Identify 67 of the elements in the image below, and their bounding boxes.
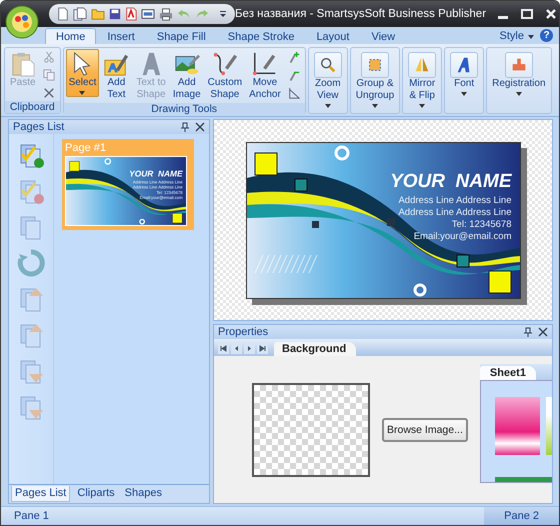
- window-title: Без названия - SmartsysSoft Business Publisher: [235, 8, 486, 20]
- page-label: Page #1: [65, 141, 107, 156]
- mirror-triangles-icon: [408, 52, 436, 78]
- angle-pen-icon: [252, 51, 278, 77]
- help-button[interactable]: ?: [540, 29, 553, 42]
- magnifier-icon: [314, 52, 342, 78]
- style-menu[interactable]: Style: [500, 30, 524, 44]
- panel-title: Properties: [218, 326, 270, 338]
- previous-icon[interactable]: [231, 343, 242, 354]
- panel-tab[interactable]: Cliparts: [74, 486, 118, 502]
- close-icon[interactable]: [195, 122, 205, 132]
- ribbon-button[interactable]: Select: [66, 49, 100, 97]
- card-artwork[interactable]: [246, 142, 520, 298]
- panel-tab[interactable]: Shapes: [122, 486, 165, 502]
- corner-point-icon[interactable]: [288, 87, 300, 99]
- ribbon-button[interactable]: Move Anchor: [246, 49, 284, 103]
- clipboard-icon: [10, 51, 35, 77]
- documents-icon[interactable]: [73, 7, 87, 21]
- curve-pen-icon: [212, 51, 238, 77]
- delete-icon[interactable]: [42, 87, 55, 99]
- clipart-thumbnail[interactable]: [494, 477, 552, 482]
- close-icon[interactable]: [538, 327, 548, 337]
- stamp-icon: [504, 52, 533, 78]
- pin-icon[interactable]: [180, 122, 190, 132]
- font-icon: [450, 52, 478, 78]
- ribbon-tab[interactable]: View: [360, 28, 406, 44]
- ribbon-tab[interactable]: Insert: [96, 28, 146, 44]
- printer-icon[interactable]: [159, 8, 173, 20]
- card-text-line: Address Line Address Line: [398, 206, 512, 218]
- pin-icon[interactable]: [523, 327, 533, 337]
- image-icon[interactable]: [141, 8, 155, 20]
- close-icon[interactable]: [544, 8, 558, 20]
- clipart-thumbnail[interactable]: [494, 397, 540, 455]
- browse-image-button[interactable]: Browse Image...: [382, 418, 468, 442]
- group-label: Clipboard: [5, 101, 60, 113]
- sheet-tab[interactable]: Sheet1: [480, 366, 536, 380]
- card-text-line: Email:your@email.com: [414, 230, 512, 242]
- ribbon-button[interactable]: Custom Shape: [204, 49, 246, 103]
- card-name-text: YOUR NAME: [390, 170, 512, 192]
- status-pane: Pane 1: [13, 510, 49, 522]
- card-text-line: Tel: 12345678: [452, 218, 512, 230]
- add-point-icon[interactable]: [288, 51, 300, 63]
- status-pane: Pane 2: [484, 507, 559, 525]
- customize-caret-icon[interactable]: [219, 10, 227, 18]
- properties-tab[interactable]: Background: [274, 342, 356, 356]
- ribbon-button[interactable]: Add Image: [170, 49, 204, 103]
- group-label: Drawing Tools: [64, 103, 305, 115]
- ribbon-tab[interactable]: Home: [45, 28, 96, 44]
- ribbon-tab[interactable]: Layout: [305, 28, 360, 44]
- remove-point-icon[interactable]: [288, 69, 300, 81]
- card-text-line: Address Line Address Line: [398, 194, 512, 206]
- ribbon-tab[interactable]: Shape Stroke: [216, 28, 306, 44]
- panel-title: Pages List: [13, 121, 66, 133]
- caret-icon[interactable]: [528, 35, 534, 39]
- ribbon-button[interactable]: Add Text: [100, 49, 132, 103]
- ribbon-tab[interactable]: Shape Fill: [146, 28, 217, 44]
- next-icon[interactable]: [244, 343, 255, 354]
- first-icon[interactable]: [218, 343, 229, 354]
- save-icon[interactable]: [109, 8, 121, 20]
- pdf-icon[interactable]: [125, 7, 137, 21]
- folder-icon[interactable]: [91, 8, 105, 20]
- card-name-text: YOUR NAME: [129, 169, 183, 179]
- new-document-icon[interactable]: [57, 7, 69, 21]
- panel-tab[interactable]: Pages List: [11, 486, 70, 502]
- maximize-icon[interactable]: [520, 8, 534, 20]
- dashed-square-icon: [360, 52, 389, 78]
- last-icon[interactable]: [257, 343, 268, 354]
